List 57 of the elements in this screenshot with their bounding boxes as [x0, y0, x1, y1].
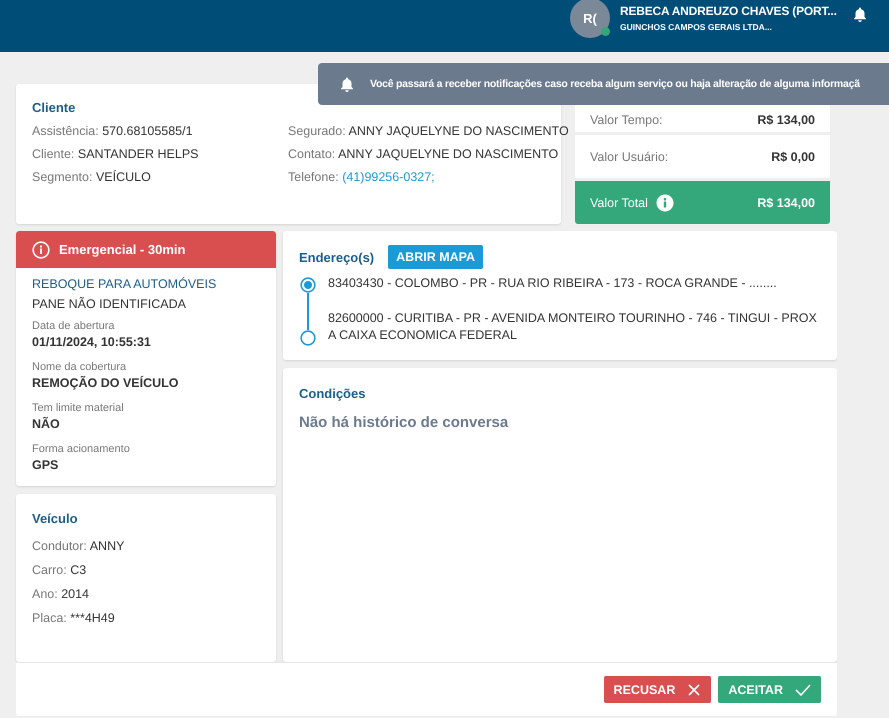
- section-title: Cliente: [32, 100, 76, 115]
- empty-message: Não há histórico de conversa: [299, 414, 510, 431]
- detail-label: Tem limite material: [32, 402, 125, 414]
- field-label: Segurado:: [288, 124, 346, 138]
- section-title: Veículo: [32, 511, 79, 526]
- check-icon: [795, 682, 811, 696]
- detail-value: 01/11/2024, 10:55:31: [32, 335, 152, 349]
- detail-value: GPS: [32, 458, 60, 472]
- field-value: C3: [70, 563, 86, 577]
- field-label: Assistência:: [32, 124, 99, 138]
- notification-message: Você passará a receber notificações caso receba algum serviço ou haja alteração de alguma informaçã: [370, 78, 860, 90]
- field-label: Condutor:: [32, 539, 87, 553]
- field-value: ANNY: [90, 539, 124, 553]
- user-name: REBECA ANDREUZO CHAVES (PORT...: [620, 4, 838, 18]
- address-text: 83403430 - COLOMBO - PR - RUA RIO RIBEIRA - 173 - ROCA GRANDE - ........: [328, 275, 777, 292]
- info-icon: [32, 240, 50, 258]
- detail-value: REMOÇÃO DO VEÍCULO: [32, 376, 180, 390]
- user-avatar[interactable]: R(: [570, 0, 610, 38]
- bell-icon: [339, 76, 355, 92]
- field-label: Telefone:: [288, 170, 339, 184]
- field-value: 2014: [61, 587, 90, 601]
- value-amount: R$ 134,00: [757, 113, 815, 127]
- close-icon: [687, 682, 702, 696]
- problem-text: PANE NÃO IDENTIFICADA: [32, 297, 187, 311]
- service-title: REBOQUE PARA AUTOMÓVEIS: [32, 277, 218, 291]
- company-name: GUINCHOS CAMPOS GERAIS LTDA...: [620, 22, 773, 32]
- value-label: Valor Total: [590, 196, 648, 210]
- field-value: SANTANDER HELPS: [78, 147, 199, 161]
- value-label: Valor Usuário:: [590, 150, 668, 164]
- section-title: Condições: [299, 386, 366, 401]
- field-value: ***4H49: [70, 611, 115, 625]
- accept-button[interactable]: ACEITAR: [718, 676, 821, 703]
- open-map-button[interactable]: ABRIR MAPA: [388, 245, 484, 269]
- field-label: Carro:: [32, 563, 67, 577]
- value-label: Valor Tempo:: [590, 113, 662, 127]
- address-text: 82600000 - CURITIBA - PR - AVENIDA MONTEIRO TOURINHO - 746 - TINGUI - PROX A CAIXA ECONOMICA FEDERAL: [328, 310, 818, 344]
- phone-link[interactable]: (41)99256-0327;: [342, 170, 435, 184]
- bell-icon[interactable]: [852, 6, 868, 22]
- field-label: Ano:: [32, 587, 58, 601]
- value-amount: R$ 134,00: [757, 196, 815, 210]
- value-amount: R$ 0,00: [771, 150, 815, 164]
- reject-button[interactable]: RECUSAR: [604, 676, 712, 703]
- detail-label: Data de abertura: [32, 320, 116, 332]
- field-value: ANNY JAQUELYNE DO NASCIMENTO: [338, 147, 558, 161]
- field-value: ANNY JAQUELYNE DO NASCIMENTO: [348, 124, 569, 138]
- detail-label: Forma acionamento: [32, 443, 131, 455]
- priority-label: Emergencial - 30min: [59, 242, 186, 257]
- field-label: Placa:: [32, 611, 67, 625]
- field-label: Contato:: [288, 147, 336, 161]
- field-label: Cliente:: [32, 147, 74, 161]
- section-title: Endereço(s): [299, 250, 374, 264]
- field-value: VEÍCULO: [96, 170, 151, 184]
- detail-value: NÃO: [32, 417, 61, 431]
- info-icon: [656, 194, 674, 212]
- detail-label: Nome da cobertura: [32, 361, 128, 373]
- field-value: 570.68105585/1: [102, 124, 193, 138]
- field-label: Segmento:: [32, 170, 92, 184]
